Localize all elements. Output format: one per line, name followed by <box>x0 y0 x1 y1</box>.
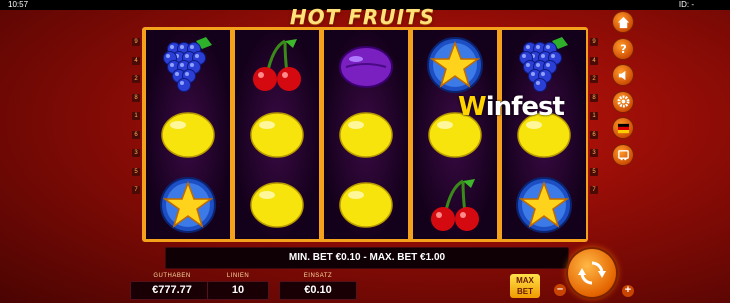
lines-label: LINIEN <box>226 273 250 279</box>
star-symbol-icon <box>502 170 586 239</box>
cherry-symbol-icon <box>413 170 497 239</box>
line-marker-4: 4 <box>132 56 140 65</box>
line-marker-7: 7 <box>590 186 598 194</box>
line-marker-3: 3 <box>590 149 598 157</box>
spin-arrows-icon <box>578 261 606 285</box>
line-marker-1: 1 <box>132 112 140 120</box>
help-icon: ? <box>617 42 630 55</box>
balance-label: GUTHABEN <box>153 273 191 279</box>
minus-icon: – <box>556 283 564 295</box>
line-marker-9: 9 <box>132 38 140 46</box>
line-marker-3: 3 <box>132 149 140 157</box>
line-marker-1: 1 <box>590 112 598 120</box>
watermark-initial: W <box>458 92 487 122</box>
stake-display: EINSATZ €0.10 <box>279 272 357 300</box>
home-icon <box>617 16 630 29</box>
line-marker-7: 7 <box>132 186 140 194</box>
lemon-symbol-icon <box>146 100 230 169</box>
line-marker-6: 6 <box>132 130 140 139</box>
svg-text:?: ? <box>620 43 626 55</box>
reel-area <box>142 27 588 242</box>
language-flag-de-button[interactable] <box>613 118 633 138</box>
line-marker-8: 8 <box>132 93 140 102</box>
bet-range-bar: MIN. BET €0.10 - MAX. BET €1.00 <box>165 247 569 269</box>
lemon-symbol-icon <box>324 100 408 169</box>
increase-bet-button[interactable]: + <box>622 285 634 297</box>
sound-icon <box>617 69 630 82</box>
lemon-symbol-icon <box>235 100 319 169</box>
plus-icon: + <box>624 284 632 296</box>
reel-3 <box>324 30 408 239</box>
autoplay-icon <box>617 148 630 161</box>
lines-display: LINIEN 10 <box>207 272 269 300</box>
balance-display: GUTHABEN €777.77 <box>130 272 214 300</box>
reel-2 <box>235 30 319 239</box>
line-marker-6: 6 <box>590 130 598 139</box>
max-bet-label-bottom: BET <box>517 287 533 296</box>
sound-button[interactable] <box>613 65 633 85</box>
line-marker-5: 5 <box>132 167 140 176</box>
reel-1 <box>146 30 230 239</box>
line-marker-5: 5 <box>590 167 598 176</box>
line-marker-9: 9 <box>590 38 598 46</box>
clock: 10:57 <box>8 0 29 9</box>
star-symbol-icon <box>146 170 230 239</box>
line-marker-4: 4 <box>590 56 598 65</box>
lines-value[interactable]: 10 <box>207 281 269 300</box>
decrease-bet-button[interactable]: – <box>554 284 566 296</box>
help-button[interactable]: ? <box>613 38 633 59</box>
language-flag-de-icon <box>617 122 630 135</box>
logo-title: HOT FRUITS <box>289 5 436 29</box>
home-button[interactable] <box>613 12 633 32</box>
autoplay-button[interactable] <box>613 144 633 165</box>
grapes-symbol-icon <box>146 30 230 99</box>
cherry-symbol-icon <box>235 30 319 99</box>
max-bet-button[interactable]: MAX BET <box>510 274 540 298</box>
reel-5 <box>502 30 586 239</box>
line-marker-2: 2 <box>590 75 598 83</box>
spin-button[interactable] <box>568 249 616 297</box>
lemon-symbol-icon <box>324 170 408 239</box>
watermark-text: infest <box>485 92 565 122</box>
watermark: Winfest <box>458 92 565 122</box>
line-marker-8: 8 <box>590 93 598 102</box>
star-symbol-icon <box>413 30 497 99</box>
reel-4 <box>413 30 497 239</box>
settings-icon <box>616 95 630 108</box>
line-marker-2: 2 <box>132 75 140 83</box>
settings-button[interactable] <box>613 91 633 112</box>
bet-range-text: MIN. BET €0.10 - MAX. BET €1.00 <box>288 252 446 263</box>
grapes-symbol-icon <box>502 30 586 99</box>
stake-value[interactable]: €0.10 <box>279 281 357 300</box>
lemon-symbol-icon <box>235 170 319 239</box>
max-bet-label-top: MAX <box>516 276 534 285</box>
stake-label: EINSATZ <box>303 273 333 279</box>
plum-symbol-icon <box>324 30 408 99</box>
balance-value: €777.77 <box>130 281 214 300</box>
session-id: ID: - <box>678 0 694 9</box>
